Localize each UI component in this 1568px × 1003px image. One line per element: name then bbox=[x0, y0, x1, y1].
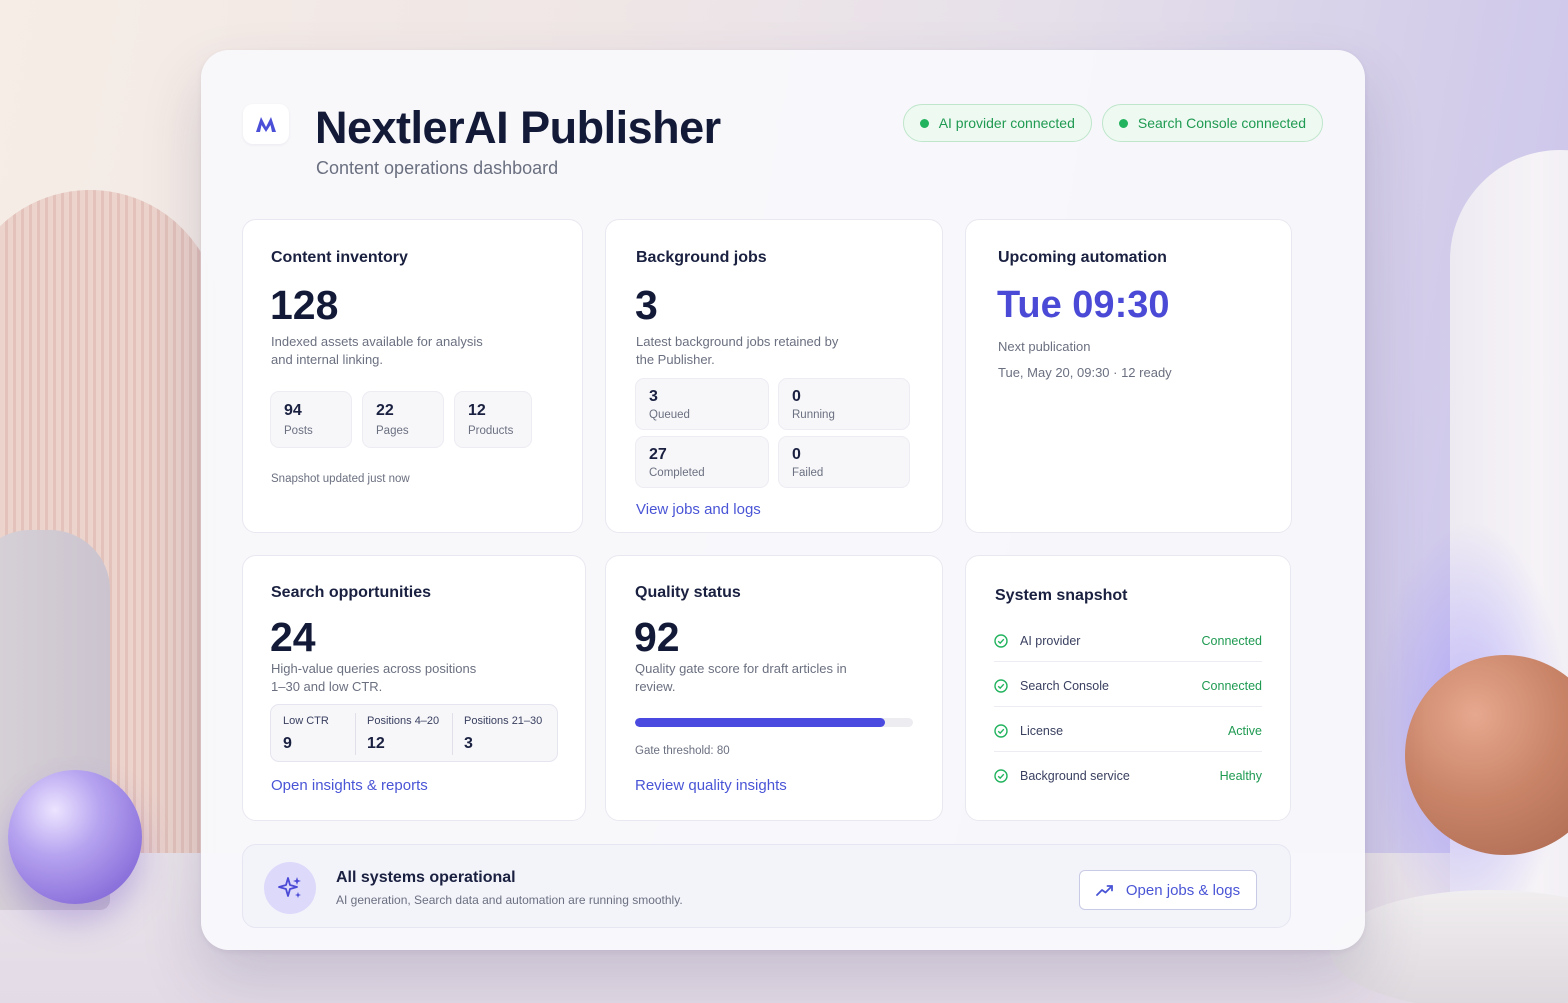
stat-label: Running bbox=[792, 409, 835, 421]
opp-label: Positions 21–30 bbox=[464, 715, 543, 727]
open-insights-link[interactable]: Open insights & reports bbox=[271, 777, 428, 794]
card-title: Background jobs bbox=[636, 249, 767, 266]
decorative-glass-orb bbox=[8, 770, 142, 904]
quality-progress-fill bbox=[635, 718, 886, 727]
stat-value: 22 bbox=[376, 402, 394, 419]
app-title: NextlerAI Publisher bbox=[315, 102, 721, 153]
upcoming-automation-card: Upcoming automation Tue 09:30 Next publi… bbox=[965, 219, 1292, 533]
jobs-count: 3 bbox=[635, 282, 658, 328]
card-title: System snapshot bbox=[995, 587, 1128, 604]
stat-value: 3 bbox=[649, 388, 658, 405]
row-divider bbox=[994, 751, 1262, 752]
open-jobs-button[interactable]: Open jobs & logs bbox=[1079, 870, 1257, 910]
stat-box-running: 0 Running bbox=[778, 378, 910, 430]
status-pill-ai-provider: AI provider connected bbox=[902, 104, 1092, 142]
stat-label: Failed bbox=[792, 467, 824, 479]
status-pill-search-console: Search Console connected bbox=[1101, 104, 1323, 142]
dashboard-panel: NextlerAI Publisher Content operations d… bbox=[201, 50, 1365, 950]
trend-up-icon bbox=[1095, 885, 1113, 896]
snapshot-note: Snapshot updated just now bbox=[271, 473, 410, 485]
check-circle-icon bbox=[994, 679, 1008, 693]
opp-label: Positions 4–20 bbox=[367, 715, 440, 727]
opp-col-low-ctr: Low CTR 9 bbox=[271, 705, 355, 761]
stat-box-completed: 27 Completed bbox=[635, 436, 769, 488]
status-pill-label: Search Console connected bbox=[1137, 115, 1306, 131]
system-status-bar: All systems operational AI generation, S… bbox=[242, 844, 1291, 928]
system-row-name: AI provider bbox=[1020, 634, 1081, 648]
sparkles-icon bbox=[264, 862, 316, 914]
stat-box-queued: 3 Queued bbox=[635, 378, 769, 430]
opportunities-description: High-value queries across positions 1–30… bbox=[271, 661, 477, 694]
review-quality-link[interactable]: Review quality insights bbox=[635, 777, 787, 794]
stat-value: 12 bbox=[468, 402, 486, 419]
stat-label: Products bbox=[468, 425, 514, 437]
status-text: AI generation, Search data and automatio… bbox=[336, 893, 683, 907]
status-dot-icon bbox=[919, 118, 929, 128]
stat-value: 94 bbox=[284, 402, 302, 419]
next-publication-detail: Tue, May 20, 09:30 · 12 ready bbox=[998, 365, 1172, 380]
connection-status-pills: AI provider connected Search Console con… bbox=[902, 104, 1323, 142]
nextler-logo-icon bbox=[243, 104, 289, 144]
system-row-ai-provider: AI provider Connected bbox=[994, 631, 1262, 676]
status-pill-label: AI provider connected bbox=[938, 115, 1075, 131]
view-jobs-link[interactable]: View jobs and logs bbox=[636, 501, 761, 518]
check-circle-icon bbox=[994, 724, 1008, 738]
opp-col-positions-21-30: Positions 21–30 3 bbox=[452, 705, 558, 761]
stat-label: Pages bbox=[376, 425, 409, 437]
opportunities-breakdown: Low CTR 9 Positions 4–20 12 Positions 21… bbox=[270, 704, 558, 762]
gate-threshold: Gate threshold: 80 bbox=[635, 745, 730, 757]
jobs-description: Latest background jobs retained by the P… bbox=[636, 334, 839, 367]
opp-label: Low CTR bbox=[283, 715, 329, 727]
card-title: Upcoming automation bbox=[998, 249, 1167, 266]
quality-status-card: Quality status 92 Quality gate score for… bbox=[605, 555, 943, 821]
check-circle-icon bbox=[994, 769, 1008, 783]
check-circle-icon bbox=[994, 634, 1008, 648]
system-row-background-service: Background service Healthy bbox=[994, 766, 1262, 811]
next-publication-time: Tue 09:30 bbox=[997, 284, 1170, 326]
stat-label: Queued bbox=[649, 409, 690, 421]
inventory-description: Indexed assets available for analysis an… bbox=[271, 334, 483, 367]
status-title: All systems operational bbox=[336, 869, 516, 886]
stat-box-posts: 94 Posts bbox=[270, 391, 352, 448]
quality-score: 92 bbox=[634, 614, 680, 660]
system-row-name: Search Console bbox=[1020, 679, 1109, 693]
open-jobs-button-label: Open jobs & logs bbox=[1125, 881, 1241, 899]
system-row-name: Background service bbox=[1020, 769, 1130, 783]
stat-value: 27 bbox=[649, 446, 667, 463]
stat-box-pages: 22 Pages bbox=[362, 391, 444, 448]
card-title: Quality status bbox=[635, 584, 741, 601]
opp-col-positions-4-20: Positions 4–20 12 bbox=[355, 705, 452, 761]
system-row-license: License Active bbox=[994, 721, 1262, 766]
stat-label: Posts bbox=[284, 425, 313, 437]
system-row-state: Connected bbox=[1201, 679, 1262, 693]
opp-value: 12 bbox=[367, 735, 385, 752]
card-title: Search opportunities bbox=[271, 584, 432, 601]
system-row-search-console: Search Console Connected bbox=[994, 676, 1262, 721]
system-row-name: License bbox=[1020, 724, 1064, 738]
app-subtitle: Content operations dashboard bbox=[316, 158, 559, 178]
stat-box-failed: 0 Failed bbox=[778, 436, 910, 488]
next-publication-label: Next publication bbox=[998, 339, 1091, 354]
row-divider bbox=[994, 661, 1262, 662]
row-divider bbox=[994, 706, 1262, 707]
search-opportunities-card: Search opportunities 24 High-value queri… bbox=[242, 555, 586, 821]
stat-box-products: 12 Products bbox=[454, 391, 532, 448]
quality-description: Quality gate score for draft articles in… bbox=[635, 661, 847, 694]
system-row-state: Healthy bbox=[1219, 769, 1262, 783]
status-dot-icon bbox=[1118, 118, 1128, 128]
stat-value: 0 bbox=[792, 388, 801, 405]
inventory-count: 128 bbox=[270, 282, 339, 328]
system-row-state: Connected bbox=[1201, 634, 1262, 648]
background-jobs-card: Background jobs 3 Latest background jobs… bbox=[605, 219, 943, 533]
stat-value: 0 bbox=[792, 446, 801, 463]
opportunities-count: 24 bbox=[270, 614, 316, 660]
quality-progress-bar bbox=[635, 718, 913, 727]
content-inventory-card: Content inventory 128 Indexed assets ava… bbox=[242, 219, 583, 533]
system-row-state: Active bbox=[1227, 724, 1262, 738]
system-snapshot-card: System snapshot AI provider Connected Se… bbox=[965, 555, 1291, 821]
opp-value: 3 bbox=[464, 735, 473, 752]
card-title: Content inventory bbox=[271, 249, 408, 266]
opp-value: 9 bbox=[283, 735, 292, 752]
stat-label: Completed bbox=[649, 467, 705, 479]
